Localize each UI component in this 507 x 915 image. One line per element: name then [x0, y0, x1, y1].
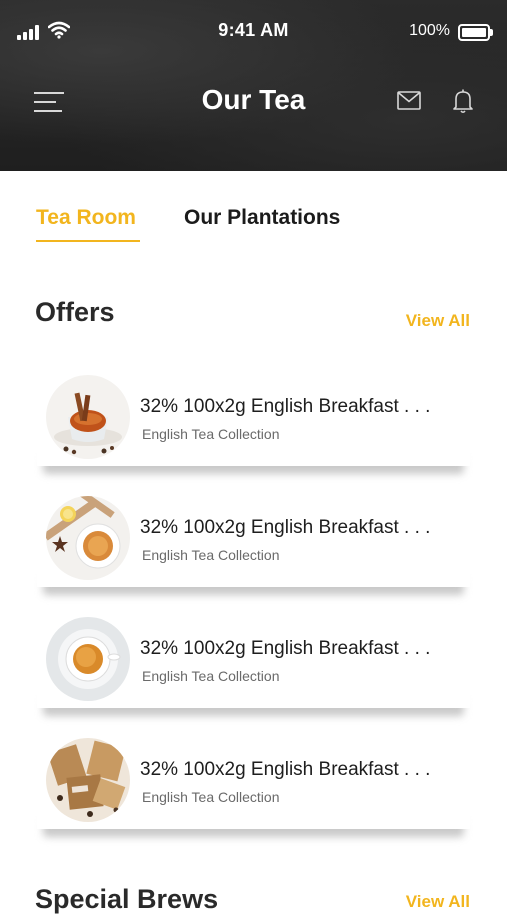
- battery-icon: [458, 24, 493, 41]
- offer-title: 32% 100x2g English Breakfast . . .: [140, 396, 431, 417]
- offer-subtitle: English Tea Collection: [142, 426, 280, 442]
- offers-view-all-link[interactable]: View All: [406, 311, 470, 331]
- tab-our-plantations[interactable]: Our Plantations: [184, 206, 340, 230]
- offer-title: 32% 100x2g English Breakfast . . .: [140, 638, 431, 659]
- active-tab-indicator: [36, 240, 140, 242]
- offer-image-tea-cup-white: [46, 617, 130, 701]
- bell-icon[interactable]: [452, 88, 474, 114]
- offer-card[interactable]: 32% 100x2g English Breakfast . . . Engli…: [37, 612, 470, 722]
- offer-subtitle: English Tea Collection: [142, 789, 280, 805]
- offer-card[interactable]: 32% 100x2g English Breakfast . . . Engli…: [37, 370, 470, 480]
- header-bar: 9:41 AM 100% Our Tea: [0, 0, 507, 171]
- offer-card[interactable]: 32% 100x2g English Breakfast . . . Engli…: [37, 491, 470, 601]
- offer-title: 32% 100x2g English Breakfast . . .: [140, 759, 431, 780]
- card-body: 32% 100x2g English Breakfast . . . Engli…: [37, 370, 470, 466]
- card-body: 32% 100x2g English Breakfast . . . Engli…: [37, 491, 470, 587]
- offer-image-tea-cup-cinnamon: [46, 375, 130, 459]
- offer-card[interactable]: 32% 100x2g English Breakfast . . . Engli…: [37, 733, 470, 843]
- page-title: Our Tea: [201, 84, 306, 115]
- card-body: 32% 100x2g English Breakfast . . . Engli…: [37, 612, 470, 708]
- offers-heading: Offers: [35, 297, 115, 327]
- mail-icon[interactable]: [397, 91, 421, 110]
- card-body: 32% 100x2g English Breakfast . . . Engli…: [37, 733, 470, 829]
- offer-subtitle: English Tea Collection: [142, 668, 280, 684]
- offer-image-tea-lemon-star-anise: [46, 496, 130, 580]
- tab-tea-room[interactable]: Tea Room: [36, 206, 136, 230]
- offer-subtitle: English Tea Collection: [142, 547, 280, 563]
- battery-percent: 100%: [409, 22, 450, 39]
- special-brews-view-all-link[interactable]: View All: [406, 892, 470, 912]
- offer-title: 32% 100x2g English Breakfast . . .: [140, 517, 431, 538]
- offer-image-tea-packets: [46, 738, 130, 822]
- status-bar: 9:41 AM 100%: [0, 0, 507, 60]
